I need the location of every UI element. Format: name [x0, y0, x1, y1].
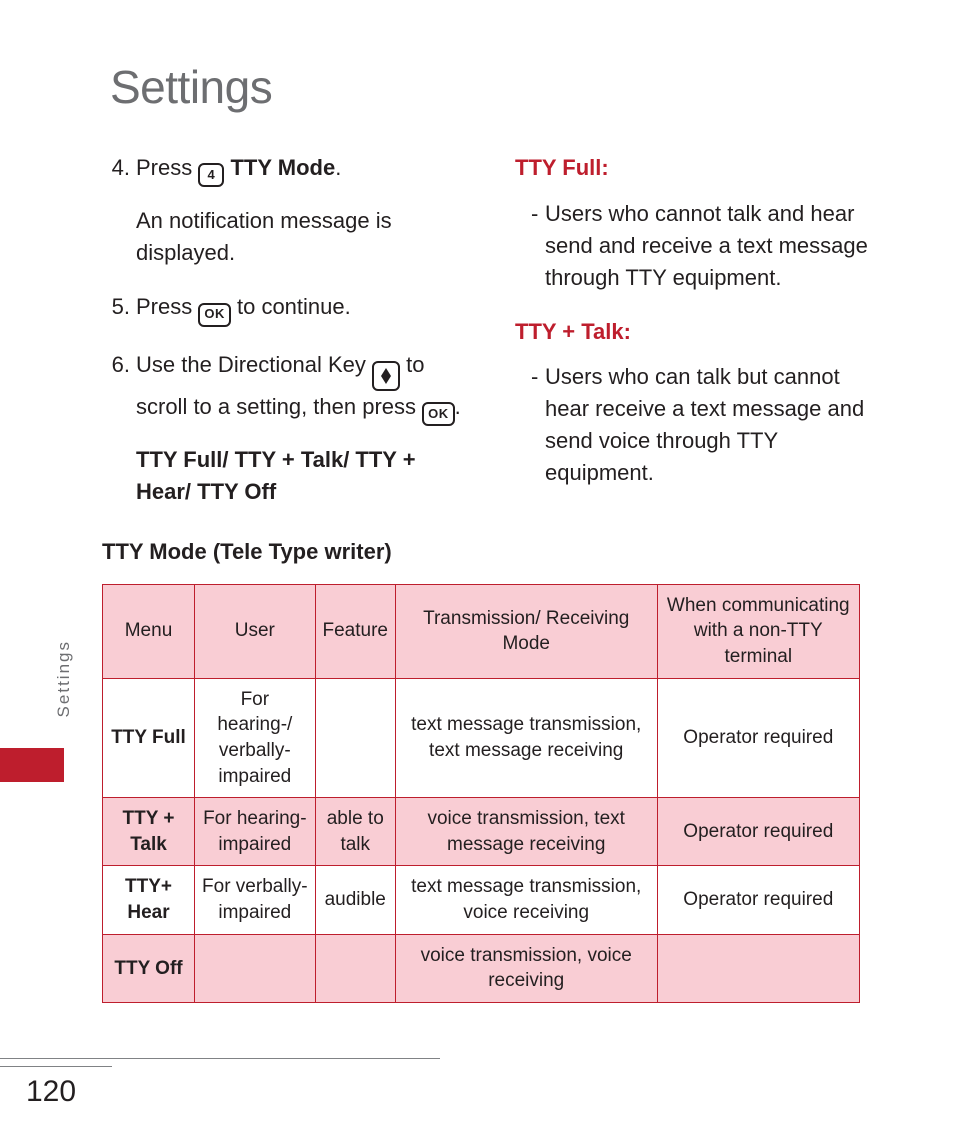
text: to continue. — [237, 294, 351, 319]
text-strong: TTY Mode — [230, 155, 335, 180]
step-subtext-strong: TTY Full/ TTY + Talk/ TTY + Hear/ TTY Of… — [136, 444, 471, 508]
tty-full-item: - Users who cannot talk and hear send an… — [531, 198, 886, 294]
text: Press — [136, 155, 198, 180]
th-menu: Menu — [103, 584, 195, 678]
key-ok-icon: OK — [198, 303, 231, 327]
table-title: TTY Mode (Tele Type writer) — [102, 536, 471, 568]
cell-mode: voice transmission, text message receivi… — [395, 798, 657, 866]
page: Settings 4. Press 4 TTY Mode. An notific… — [0, 0, 954, 1145]
step-6: 6. Use the Directional Key to scroll to … — [100, 349, 471, 508]
directional-key-icon — [372, 361, 400, 391]
table-row: TTY + TalkFor hearing-impairedable to ta… — [103, 798, 860, 866]
cell-mode: text message transmission, voice receivi… — [395, 866, 657, 934]
th-mode: Transmission/ Receiving Mode — [395, 584, 657, 678]
step-4: 4. Press 4 TTY Mode. An notification mes… — [100, 152, 471, 269]
th-user: User — [195, 584, 316, 678]
cell-menu: TTY Off — [103, 934, 195, 1002]
text: . — [335, 155, 341, 180]
step-body: Press OK to continue. — [136, 291, 471, 326]
tty-talk-heading: TTY + Talk: — [515, 316, 886, 348]
cell-menu: TTY Full — [103, 678, 195, 798]
page-number: 120 — [26, 1075, 76, 1109]
cell-feature — [315, 678, 395, 798]
footer-rule-short — [0, 1066, 112, 1067]
cell-user: For hearing-/ verbally-impaired — [195, 678, 316, 798]
step-5: 5. Press OK to continue. — [100, 291, 471, 326]
text: Users who cannot talk and hear send and … — [545, 198, 886, 294]
step-subtext: An notification message is displayed. — [136, 205, 471, 269]
table-head: Menu User Feature Transmission/ Receivin… — [103, 584, 860, 678]
table-row: TTY Off voice transmission, voice receivi… — [103, 934, 860, 1002]
right-column: TTY Full: - Users who cannot talk and he… — [515, 152, 886, 584]
cell-nontty: Operator required — [657, 866, 859, 934]
dash-icon: - — [531, 361, 545, 489]
cell-feature: able to talk — [315, 798, 395, 866]
tty-talk-item: - Users who can talk but cannot hear rec… — [531, 361, 886, 489]
left-column: 4. Press 4 TTY Mode. An notification mes… — [100, 152, 471, 584]
step-body: Use the Directional Key to scroll to a s… — [136, 349, 471, 508]
text: Press — [136, 294, 198, 319]
step-number: 5. — [100, 291, 130, 326]
text: Users who can talk but cannot hear recei… — [545, 361, 886, 489]
tty-full-heading: TTY Full: — [515, 152, 886, 184]
step-body: Press 4 TTY Mode. An notification messag… — [136, 152, 471, 269]
step-number: 4. — [100, 152, 130, 269]
cell-nontty — [657, 934, 859, 1002]
page-title: Settings — [110, 60, 886, 114]
cell-user: For hearing-impaired — [195, 798, 316, 866]
table-body: TTY FullFor hearing-/ verbally-impaired t… — [103, 678, 860, 1002]
content-columns: 4. Press 4 TTY Mode. An notification mes… — [100, 152, 886, 584]
text: . — [455, 394, 461, 419]
key-4-icon: 4 — [198, 163, 224, 187]
cell-menu: TTY + Talk — [103, 798, 195, 866]
table-row: TTY+ HearFor verbally-impairedaudibletex… — [103, 866, 860, 934]
th-nontty: When communicating with a non-TTY termin… — [657, 584, 859, 678]
key-ok-icon: OK — [422, 402, 455, 426]
steps-list: 4. Press 4 TTY Mode. An notification mes… — [100, 152, 471, 508]
side-tab: Settings — [54, 630, 74, 717]
step-number: 6. — [100, 349, 130, 508]
cell-feature: audible — [315, 866, 395, 934]
tty-mode-table: Menu User Feature Transmission/ Receivin… — [102, 584, 860, 1003]
cell-mode: voice transmission, voice receiving — [395, 934, 657, 1002]
side-tab-label: Settings — [54, 630, 74, 717]
footer-rule — [0, 1058, 440, 1059]
cell-feature — [315, 934, 395, 1002]
cell-menu: TTY+ Hear — [103, 866, 195, 934]
text: Use the Directional Key — [136, 352, 372, 377]
dash-icon: - — [531, 198, 545, 294]
table-header-row: Menu User Feature Transmission/ Receivin… — [103, 584, 860, 678]
cell-user — [195, 934, 316, 1002]
cell-user: For verbally-impaired — [195, 866, 316, 934]
side-tab-marker — [0, 748, 64, 782]
cell-nontty: Operator required — [657, 678, 859, 798]
table-row: TTY FullFor hearing-/ verbally-impaired t… — [103, 678, 860, 798]
th-feature: Feature — [315, 584, 395, 678]
cell-mode: text message transmission, text message … — [395, 678, 657, 798]
cell-nontty: Operator required — [657, 798, 859, 866]
